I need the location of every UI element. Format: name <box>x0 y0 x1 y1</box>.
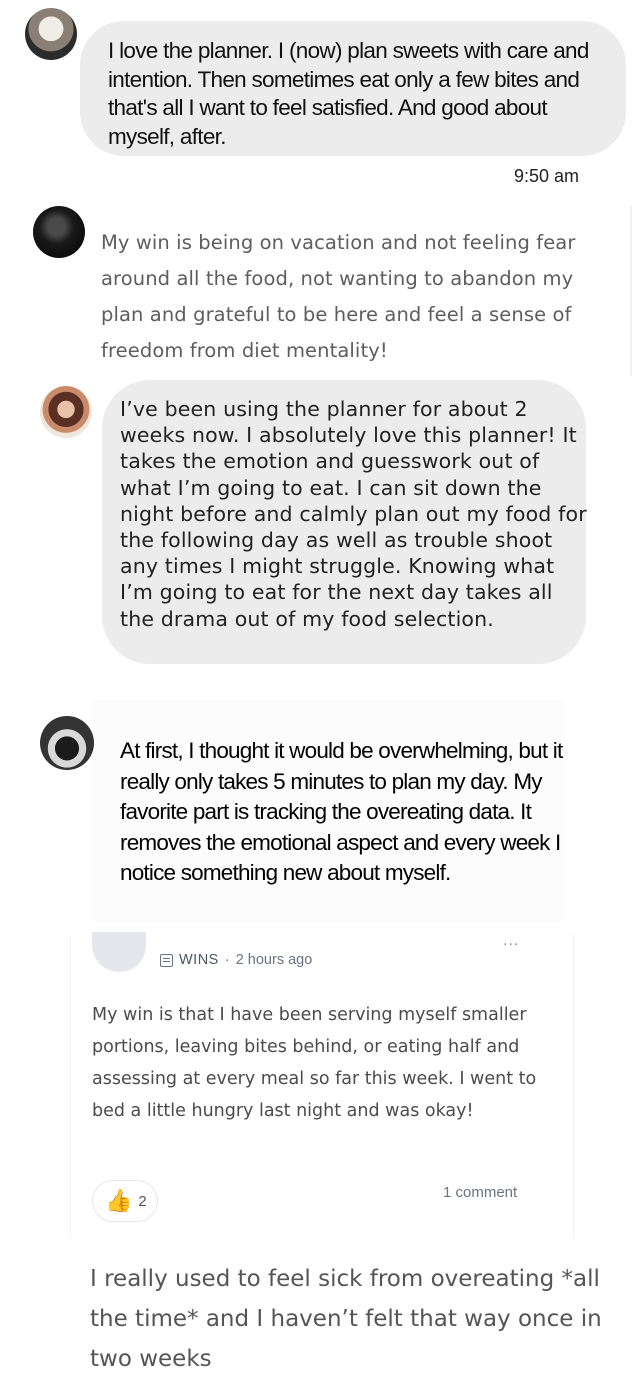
message-timestamp: 9:50 am <box>514 166 580 186</box>
message-text: I’ve been using the planner for about 2 … <box>120 397 587 631</box>
message-bubble: I love the planner. I (now) plan sweets … <box>80 21 626 156</box>
win-text: My win is being on vacation and not feel… <box>101 231 576 362</box>
post-category[interactable]: WINS <box>179 952 219 968</box>
post-category-icon <box>160 953 173 967</box>
comments-link[interactable]: 1 comment <box>443 1184 517 1201</box>
avatar <box>40 716 94 770</box>
like-count: 2 <box>138 1192 147 1210</box>
quote-text: I really used to feel sick from overeati… <box>90 1266 602 1372</box>
avatar <box>33 206 85 258</box>
post-meta: WINS · 2 hours ago <box>160 952 312 968</box>
like-button[interactable]: 👍 2 <box>92 1180 158 1222</box>
message-text: I love the planner. I (now) plan sweets … <box>108 38 589 149</box>
more-options-button[interactable]: ... <box>503 932 519 950</box>
avatar <box>40 386 92 438</box>
quote-text: At first, I thought it would be overwhel… <box>120 738 563 886</box>
message-bubble: I’ve been using the planner for about 2 … <box>102 380 587 664</box>
post-text: My win is that I have been serving mysel… <box>92 1005 537 1121</box>
avatar <box>25 8 77 60</box>
meta-separator: · <box>224 952 230 968</box>
post-time: 2 hours ago <box>235 952 313 968</box>
thumbs-up-icon: 👍 <box>105 1188 133 1213</box>
